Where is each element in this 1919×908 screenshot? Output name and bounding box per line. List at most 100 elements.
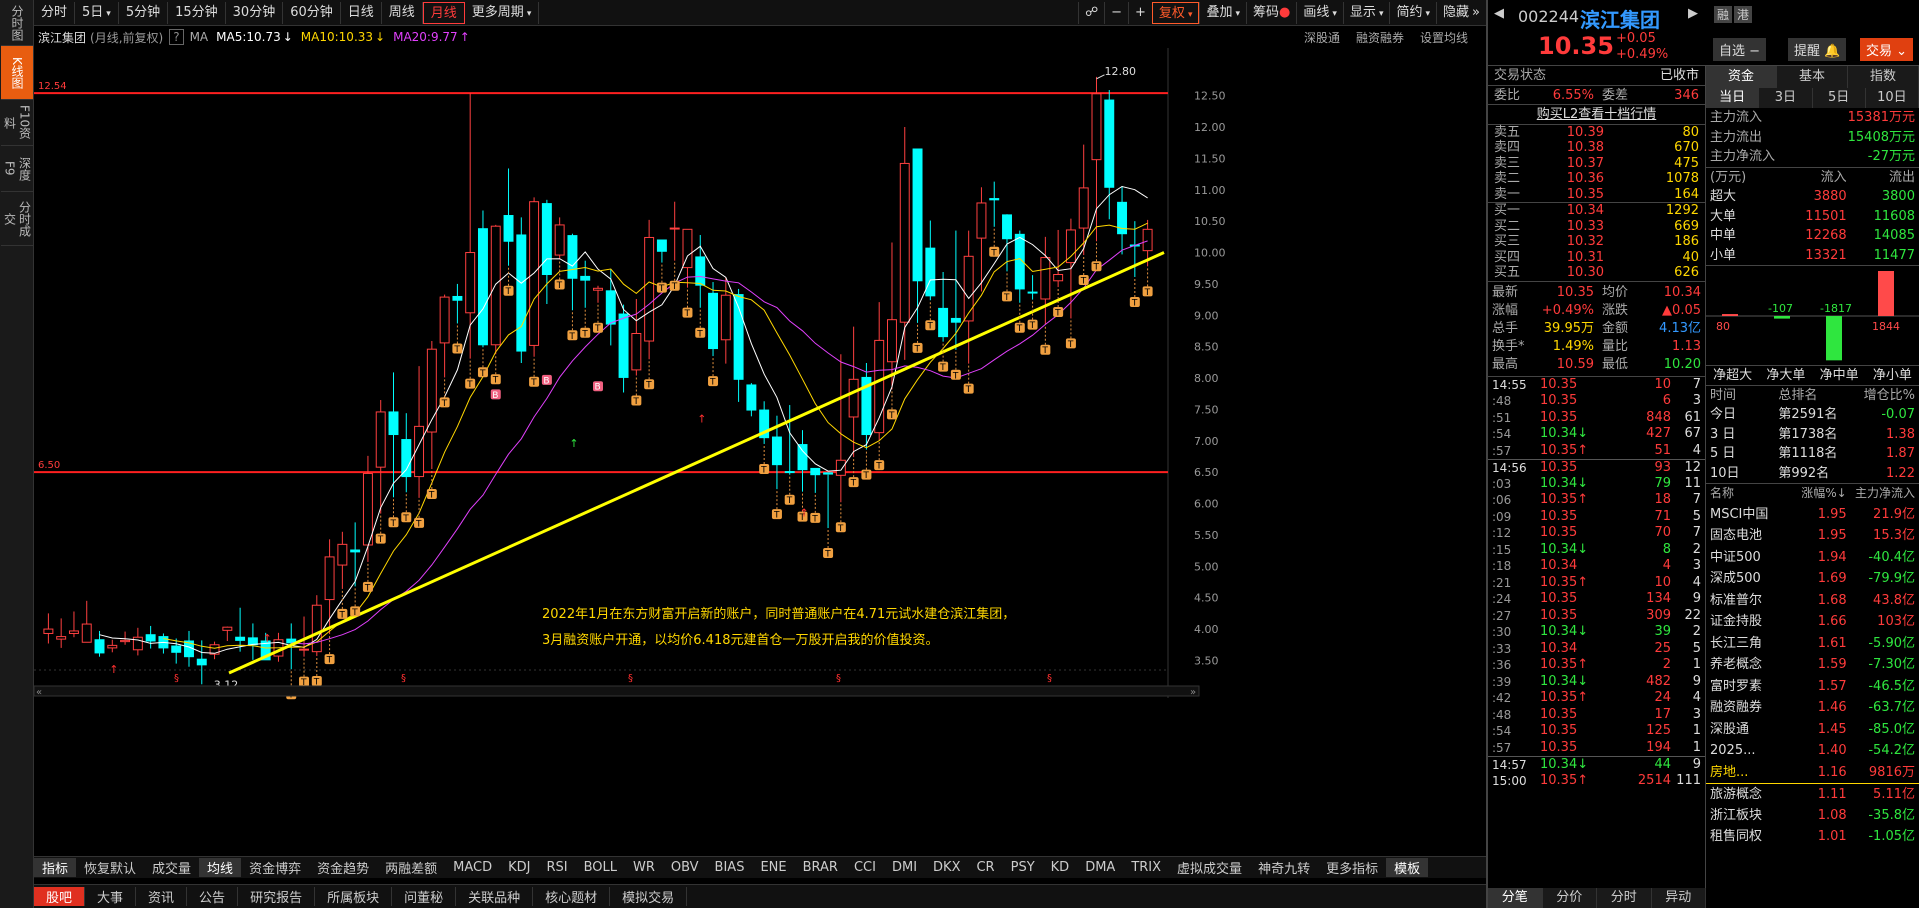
indicator-tab[interactable]: KD [1043, 860, 1078, 875]
bottom-tab[interactable]: 研究报告 [238, 887, 316, 906]
bottom-tab[interactable]: 所属板块 [315, 887, 393, 906]
sector-row[interactable]: 固态电池 1.95 15.3亿 [1706, 525, 1919, 547]
left-nav-item[interactable]: K线图 [0, 46, 33, 100]
indicator-tab[interactable]: 两融差额 [377, 858, 445, 877]
toolbar-item[interactable]: 筹码● [1246, 1, 1296, 24]
indicator-tab[interactable]: TRIX [1123, 860, 1169, 875]
indicator-tab[interactable]: BIAS [707, 860, 753, 875]
sector-row[interactable]: 证金持股 1.66 103亿 [1706, 611, 1919, 633]
indicator-tab[interactable]: 模板 [1386, 858, 1429, 877]
toolbar-item[interactable]: 画线 ▾ [1296, 1, 1343, 24]
indicator-tab[interactable]: DMI [884, 860, 925, 875]
kline-chart[interactable]: 12.50 12.00 11.50 11.00 10.50 10.00 9.50 9.00 8.… [34, 48, 1486, 838]
sector-row[interactable]: MSCI中国 1.95 21.9亿 [1706, 504, 1919, 526]
add-watchlist-button[interactable]: 自选 − [1713, 38, 1767, 61]
sector-row[interactable]: 房地... 1.16 9816万 [1706, 762, 1919, 784]
sector-row[interactable]: 养老概念 1.59 -7.30亿 [1706, 654, 1919, 676]
fund-tab[interactable]: 基本 [1777, 66, 1848, 88]
indicator-tab[interactable]: 指标 [34, 858, 77, 877]
left-nav-item[interactable]: 深度F9 [0, 146, 33, 192]
sector-row[interactable]: 旅游概念 1.11 5.11亿 [1706, 783, 1919, 805]
tick-tab[interactable]: 分价 [1542, 888, 1597, 908]
period-tab[interactable]: 15分钟 [168, 1, 226, 24]
bottom-tab[interactable]: 股吧 [34, 887, 86, 906]
day-tab[interactable]: 3日 [1759, 88, 1813, 108]
indicator-tab[interactable]: 成交量 [144, 858, 199, 877]
link-ma-settings[interactable]: 设置均线 [1420, 29, 1468, 46]
tick-tab[interactable]: 分笔 [1488, 888, 1543, 908]
indicator-tab[interactable]: DKX [925, 860, 968, 875]
zoom-out-button[interactable]: − [1104, 1, 1128, 24]
left-nav-item[interactable]: 分时成交 [0, 192, 33, 246]
period-tab[interactable]: 30分钟 [226, 1, 284, 24]
bottom-tab[interactable]: 公告 [187, 887, 239, 906]
toolbar-item[interactable]: 叠加 ▾ [1199, 1, 1246, 24]
alert-button[interactable]: 提醒 🔔 [1788, 38, 1847, 61]
period-tab[interactable]: 周线 [382, 1, 423, 24]
indicator-tab[interactable]: WR [625, 860, 663, 875]
toolbar-item[interactable]: 简约 ▾ [1389, 1, 1436, 24]
prev-stock-icon[interactable]: ◀ [1494, 6, 1504, 21]
scroll-right-icon[interactable]: » [1190, 687, 1196, 698]
fund-tab[interactable]: 资金 [1706, 66, 1777, 88]
tick-tab[interactable]: 异动 [1651, 888, 1706, 908]
sector-row[interactable]: 深股通 1.45 -85.0亿 [1706, 719, 1919, 741]
indicator-tab[interactable]: KDJ [500, 860, 538, 875]
hk-badge[interactable]: 港 [1734, 6, 1753, 23]
next-stock-icon[interactable]: ▶ [1688, 6, 1698, 21]
indicator-tab[interactable]: DMA [1077, 860, 1123, 875]
period-tab[interactable]: 日线 [341, 1, 382, 24]
bottom-tab[interactable]: 模拟交易 [610, 887, 688, 906]
period-tab[interactable]: 60分钟 [283, 1, 341, 24]
sector-row[interactable]: 中证500 1.94 -40.4亿 [1706, 547, 1919, 569]
link-margin[interactable]: 融资融券 [1356, 29, 1404, 46]
sector-row[interactable]: 融资融券 1.46 -63.7亿 [1706, 697, 1919, 719]
toolbar-item[interactable]: 隐藏» [1436, 1, 1486, 24]
sector-row[interactable]: 浙江板块 1.08 -35.8亿 [1706, 805, 1919, 827]
period-tab[interactable]: 更多周期 ▾ [465, 1, 540, 24]
indicator-tab[interactable]: 资金博弈 [241, 858, 309, 877]
chart-scrollbar[interactable] [34, 685, 1200, 697]
toolbar-item[interactable]: 复权 ▾ [1151, 1, 1200, 24]
period-tab[interactable]: 月线 [422, 1, 465, 24]
indicator-tab[interactable]: RSI [538, 860, 575, 875]
left-nav-item[interactable]: 分时图 [0, 0, 33, 46]
indicator-tab[interactable]: ENE [752, 860, 794, 875]
bottom-tab[interactable]: 资讯 [136, 887, 188, 906]
period-tab[interactable]: 分时 [34, 1, 76, 24]
l2-link[interactable]: 购买L2查看十档行情 [1488, 105, 1705, 125]
link-hk-connect[interactable]: 深股通 [1304, 29, 1340, 46]
indicator-tab[interactable]: BOLL [576, 860, 625, 875]
toolbar-item[interactable]: 显示 ▾ [1342, 1, 1390, 24]
indicator-tab[interactable]: CCI [846, 860, 884, 875]
left-nav-item[interactable]: F10资料 [0, 100, 33, 146]
trade-button[interactable]: 交易 ⌄ [1860, 38, 1914, 61]
indicator-tab[interactable]: 恢复默认 [76, 858, 144, 877]
indicator-tab[interactable]: MACD [445, 860, 500, 875]
zoom-in-button[interactable]: + [1128, 1, 1152, 24]
indicator-tab[interactable]: 更多指标 [1318, 858, 1386, 877]
sector-row[interactable]: 租售同权 1.01 -1.05亿 [1706, 826, 1919, 848]
help-icon[interactable]: ? [169, 29, 184, 45]
day-tab[interactable]: 当日 [1706, 88, 1760, 108]
indicator-tab[interactable]: 虚拟成交量 [1169, 858, 1250, 877]
sector-row[interactable]: 长江三角 1.61 -5.90亿 [1706, 633, 1919, 655]
day-tab[interactable]: 5日 [1812, 88, 1866, 108]
sector-row[interactable]: 2025... 1.40 -54.2亿 [1706, 740, 1919, 762]
indicator-tab[interactable]: OBV [663, 860, 707, 875]
margin-badge[interactable]: 融 [1714, 6, 1733, 23]
sector-row[interactable]: 深成500 1.69 -79.9亿 [1706, 568, 1919, 590]
lock-icon[interactable]: ☍ [1077, 1, 1104, 24]
indicator-tab[interactable]: CR [968, 860, 1002, 875]
period-tab[interactable]: 5分钟 [119, 1, 169, 24]
day-tab[interactable]: 10日 [1865, 88, 1919, 108]
indicator-tab[interactable]: PSY [1003, 860, 1043, 875]
sector-row[interactable]: 富时罗素 1.57 -46.5亿 [1706, 676, 1919, 698]
indicator-tab[interactable]: 均线 [199, 858, 242, 877]
indicator-tab[interactable]: 神奇九转 [1250, 858, 1318, 877]
indicator-tab[interactable]: BRAR [795, 860, 846, 875]
tick-tab[interactable]: 分时 [1597, 888, 1652, 908]
fund-tab[interactable]: 指数 [1848, 66, 1919, 88]
period-tab[interactable]: 5日 ▾ [75, 1, 119, 24]
sector-row[interactable]: 标准普尔 1.68 43.8亿 [1706, 590, 1919, 612]
